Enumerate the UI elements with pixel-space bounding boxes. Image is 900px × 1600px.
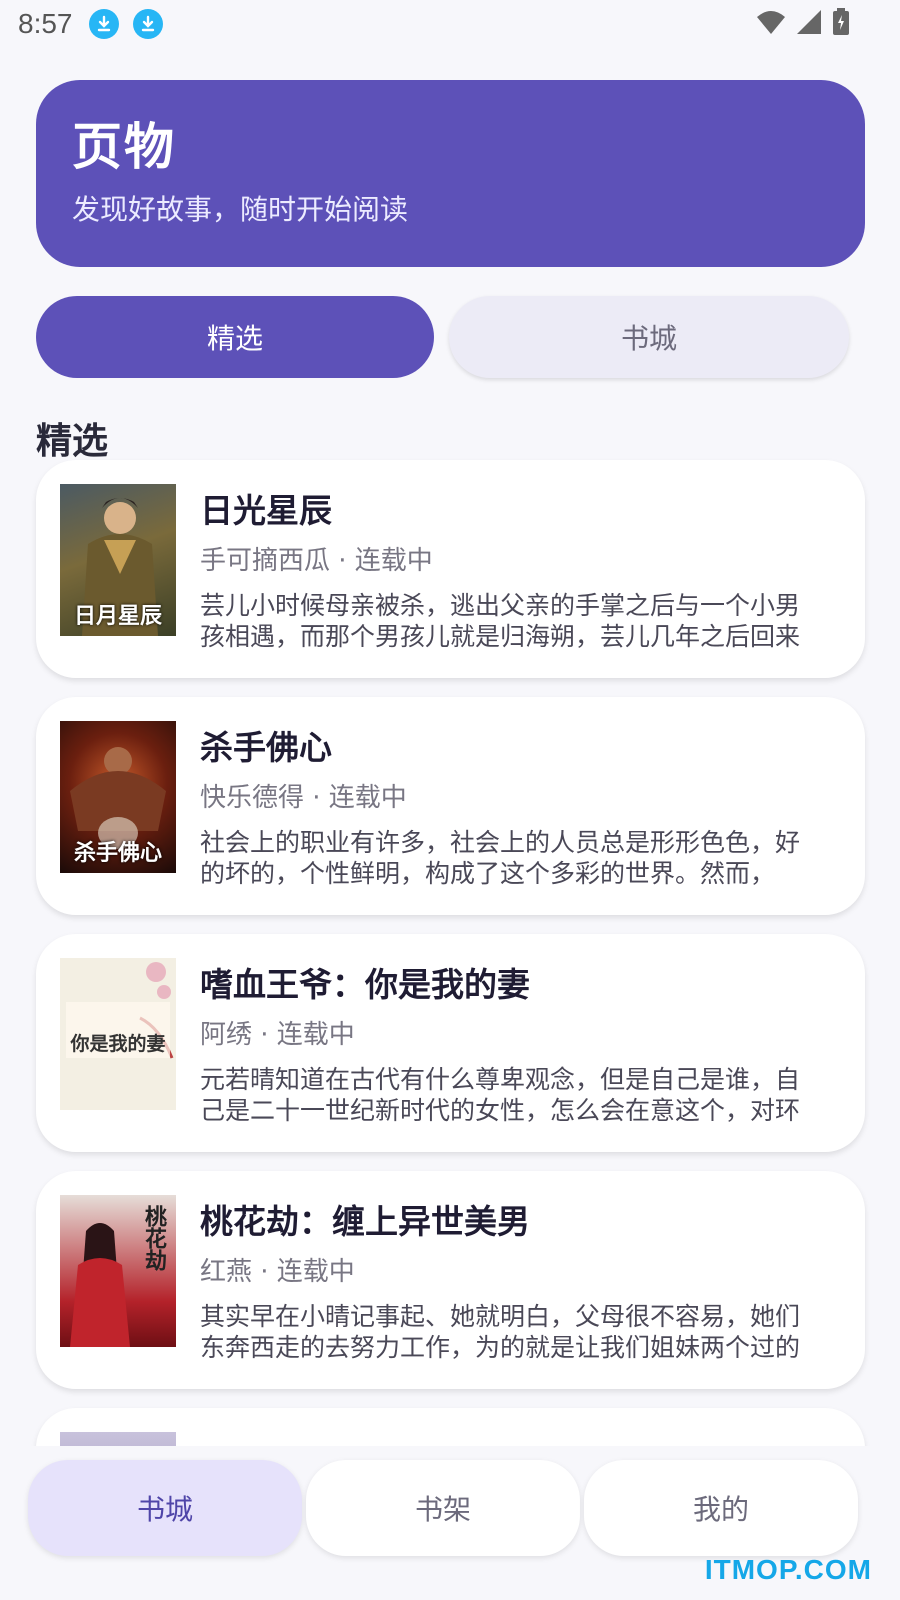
tab-bookstore[interactable]: 书城	[449, 296, 849, 378]
bottom-navigation: 书城 书架 我的 ITMOP.COM	[0, 1446, 900, 1600]
book-cover: 日月星辰	[60, 484, 176, 636]
app-title: 页物	[72, 118, 176, 176]
download-icon	[88, 9, 119, 39]
book-description: 芸儿小时候母亲被杀，逃出父亲的手掌之后与一个小男孩相遇，而那个男孩儿就是归海朔，…	[200, 591, 801, 651]
nav-bookshelf[interactable]: 书架	[306, 1460, 580, 1556]
book-title: 日光星辰	[200, 491, 332, 530]
book-cover-title: 你是我的妻	[70, 1033, 166, 1055]
book-cover-title: 日月星辰	[73, 603, 162, 629]
section-title: 精选	[36, 421, 109, 462]
tab-featured[interactable]: 精选	[36, 296, 434, 378]
book-cover: 桃花劫	[60, 1195, 176, 1347]
status-time: 8:57	[18, 8, 73, 39]
battery-icon	[833, 8, 849, 35]
book-meta: 手可摘西瓜 · 连载中	[200, 546, 433, 576]
hero-banner: 页物 发现好故事，随时开始阅读	[36, 80, 865, 267]
book-description: 其实早在小晴记事起、她就明白，父母很不容易，她们东奔西走的去努力工作，为的就是让…	[200, 1302, 801, 1362]
book-meta: 快乐德得 · 连载中	[200, 783, 407, 813]
book-description: 社会上的职业有许多，社会上的人员总是形形色色，好的坏的，个性鲜明，构成了这个多彩…	[200, 828, 801, 888]
book-title: 杀手佛心	[200, 728, 332, 767]
book-meta: 阿绣 · 连载中	[200, 1020, 355, 1050]
site-watermark: ITMOP.COM	[704, 1554, 872, 1585]
book-card[interactable]: 桃花劫 桃花劫：缠上异世美男 红燕 · 连载中 其实早在小晴记事起、她就明白，父…	[36, 1171, 865, 1389]
book-title: 桃花劫：缠上异世美男	[200, 1202, 530, 1241]
app-subtitle: 发现好故事，随时开始阅读	[72, 193, 409, 226]
book-cover-title: 桃花劫	[141, 1205, 167, 1271]
status-bar: 8:57	[0, 0, 900, 48]
nav-profile[interactable]: 我的	[584, 1460, 858, 1556]
book-cover-title: 杀手佛心	[73, 840, 162, 866]
book-cover: 杀手佛心	[60, 721, 176, 873]
nav-bookstore[interactable]: 书城	[28, 1460, 302, 1556]
wifi-icon	[757, 11, 785, 34]
download-icon	[132, 9, 163, 39]
signal-icon	[797, 10, 821, 34]
book-title: 嗜血王爷：你是我的妻	[200, 965, 530, 1004]
book-meta: 红燕 · 连载中	[200, 1257, 355, 1287]
book-cover: 你是我的妻	[60, 958, 176, 1110]
book-card[interactable]: 杀手佛心 杀手佛心 快乐德得 · 连载中 社会上的职业有许多，社会上的人员总是形…	[36, 697, 865, 915]
book-card[interactable]: 日月星辰 日光星辰 手可摘西瓜 · 连载中 芸儿小时候母亲被杀，逃出父亲的手掌之…	[36, 460, 865, 678]
book-card[interactable]: 你是我的妻 嗜血王爷：你是我的妻 阿绣 · 连载中 元若晴知道在古代有什么尊卑观…	[36, 934, 865, 1152]
book-description: 元若晴知道在古代有什么尊卑观念，但是自己是谁，自己是二十一世纪新时代的女性，怎么…	[200, 1065, 801, 1125]
